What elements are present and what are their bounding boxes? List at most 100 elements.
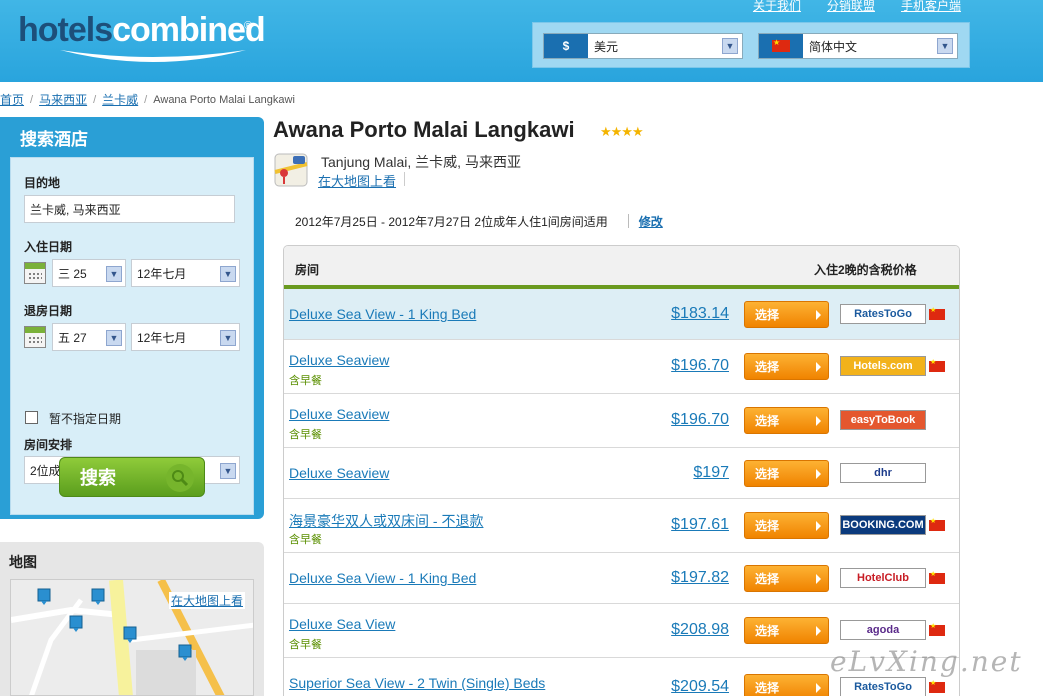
provider-logo[interactable]: dhr bbox=[840, 463, 926, 483]
select-rate-button-label: 选择 bbox=[755, 467, 780, 481]
site-watermark: eLvXing.net bbox=[830, 645, 1023, 678]
rate-price-link[interactable]: $208.98 bbox=[671, 621, 729, 639]
room-type-link[interactable]: Superior Sea View - 2 Twin (Single) Beds bbox=[289, 675, 545, 691]
select-rate-button[interactable]: 选择 bbox=[744, 407, 829, 434]
rate-price-link[interactable]: $196.70 bbox=[671, 411, 729, 429]
rate-row: 海景豪华双人或双床间 - 不退款 含早餐 $197.61 选择 BOOKING.COM bbox=[284, 499, 959, 553]
language-select[interactable]: ★ 简体中文 ▼ bbox=[758, 33, 958, 59]
stay-dates-text: 2012年7月25日 - 2012年7月27日 2位成年人住1间房间适用 bbox=[295, 214, 608, 229]
room-type-link[interactable]: Deluxe Seaview bbox=[289, 406, 389, 422]
select-rate-button[interactable]: 选择 bbox=[744, 460, 829, 487]
search-panel: 搜索酒店 目的地 兰卡威, 马来西亚 入住日期 三 25 ▼ 12年七月 ▼ 退… bbox=[0, 117, 264, 519]
china-flag-icon bbox=[929, 622, 945, 636]
select-rate-button[interactable]: 选择 bbox=[744, 512, 829, 539]
room-type-link[interactable]: Deluxe Seaview bbox=[289, 465, 389, 481]
destination-label: 目的地 bbox=[24, 176, 61, 190]
room-type-link[interactable]: 海景豪华双人或双床间 - 不退款 bbox=[289, 511, 483, 531]
breakfast-included-label: 含早餐 bbox=[289, 375, 322, 387]
select-rate-button[interactable]: 选择 bbox=[744, 617, 829, 644]
select-rate-button[interactable]: 选择 bbox=[744, 301, 829, 328]
arrow-right-icon bbox=[816, 362, 821, 372]
affiliate-link[interactable]: 分销联盟 bbox=[827, 0, 875, 14]
checkout-day-select[interactable]: 五 27 ▼ bbox=[52, 323, 126, 351]
rate-price-link[interactable]: $197.61 bbox=[671, 516, 729, 534]
column-room-header: 房间 bbox=[295, 263, 320, 277]
checkin-day-select[interactable]: 三 25 ▼ bbox=[52, 259, 126, 287]
search-button-label: 搜索 bbox=[80, 468, 116, 488]
map-marker-icon[interactable] bbox=[178, 644, 192, 662]
breadcrumb-separator: / bbox=[144, 93, 148, 106]
mobile-client-link[interactable]: 手机客户端 bbox=[901, 0, 961, 14]
map-marker-icon[interactable] bbox=[91, 588, 105, 606]
calendar-icon[interactable] bbox=[24, 262, 46, 284]
provider-logo[interactable]: agoda bbox=[840, 620, 926, 640]
rate-row: Deluxe Sea View - 1 King Bed $183.14 选择 Rat… bbox=[284, 289, 959, 340]
select-rate-button[interactable]: 选择 bbox=[744, 353, 829, 380]
rate-row: Deluxe Seaview 含早餐 $196.70 选择 easyToBook bbox=[284, 394, 959, 448]
currency-symbol: $ bbox=[544, 34, 588, 58]
rate-row: Deluxe Seaview $197 选择 dhr bbox=[284, 448, 959, 499]
no-dates-checkbox[interactable] bbox=[25, 411, 38, 424]
breadcrumb-separator: / bbox=[93, 93, 97, 106]
rate-price-link[interactable]: $197 bbox=[693, 464, 729, 482]
site-header: hotelscombined ® 关于我们 分销联盟 手机客户端 $ 美元 ▼ … bbox=[0, 0, 1043, 82]
arrow-right-icon bbox=[816, 310, 821, 320]
rate-price-link[interactable]: $209.54 bbox=[671, 678, 729, 696]
breakfast-included-label: 含早餐 bbox=[289, 429, 322, 441]
checkin-month-select[interactable]: 12年七月 ▼ bbox=[131, 259, 240, 287]
logo-hotels-text: hotels bbox=[18, 11, 113, 49]
breadcrumb-separator: / bbox=[30, 93, 34, 106]
rate-price-link[interactable]: $197.82 bbox=[671, 569, 729, 587]
search-button[interactable]: 搜索 bbox=[59, 457, 205, 497]
provider-logo[interactable]: Hotels.com bbox=[840, 356, 926, 376]
select-rate-button[interactable]: 选择 bbox=[744, 565, 829, 592]
search-panel-title: 搜索酒店 bbox=[20, 130, 88, 149]
large-map-link[interactable]: 在大地图上看 bbox=[168, 592, 245, 609]
select-rate-button[interactable]: 选择 bbox=[744, 674, 829, 696]
map-marker-icon[interactable] bbox=[37, 588, 51, 606]
language-value: 简体中文 bbox=[809, 39, 858, 54]
room-type-link[interactable]: Deluxe Sea View bbox=[289, 616, 395, 632]
modify-dates-link[interactable]: 修改 bbox=[639, 213, 663, 230]
arrow-right-icon bbox=[816, 683, 821, 693]
breakfast-included-label: 含早餐 bbox=[289, 534, 322, 546]
room-type-link[interactable]: Deluxe Sea View - 1 King Bed bbox=[289, 306, 476, 322]
provider-logo[interactable]: BOOKING.COM bbox=[840, 515, 926, 535]
checkin-month-value: 12年七月 bbox=[137, 266, 187, 281]
arrow-right-icon bbox=[816, 574, 821, 584]
chevron-down-icon: ▼ bbox=[722, 38, 738, 54]
rate-price-link[interactable]: $196.70 bbox=[671, 357, 729, 375]
calendar-icon[interactable] bbox=[24, 326, 46, 348]
breadcrumb-country[interactable]: 马来西亚 bbox=[39, 91, 87, 108]
column-price-header: 入住2晚的含税价格 bbox=[814, 263, 917, 277]
map-marker-icon[interactable] bbox=[123, 626, 137, 644]
mini-map[interactable]: 在大地图上看 bbox=[10, 579, 254, 696]
room-type-link[interactable]: Deluxe Sea View - 1 King Bed bbox=[289, 570, 476, 586]
checkout-month-select[interactable]: 12年七月 ▼ bbox=[131, 323, 240, 351]
room-type-link[interactable]: Deluxe Seaview bbox=[289, 352, 389, 368]
provider-logo[interactable]: RatesToGo bbox=[840, 304, 926, 324]
china-flag-icon bbox=[929, 517, 945, 531]
currency-select[interactable]: $ 美元 ▼ bbox=[543, 33, 743, 59]
arrow-right-icon bbox=[816, 626, 821, 636]
select-rate-button-label: 选择 bbox=[755, 681, 780, 695]
provider-logo[interactable]: HotelClub bbox=[840, 568, 926, 588]
rates-table-header: 房间 入住2晚的含税价格 bbox=[284, 246, 959, 289]
rate-row: Deluxe Sea View - 1 King Bed $197.82 选择 Hot… bbox=[284, 553, 959, 604]
provider-logo[interactable]: RatesToGo bbox=[840, 677, 926, 696]
select-rate-button-label: 选择 bbox=[755, 572, 780, 586]
map-panel: 地图 在大地图上看 bbox=[0, 542, 264, 696]
hotel-large-map-link[interactable]: 在大地图上看 bbox=[318, 171, 396, 190]
rate-price-link[interactable]: $183.14 bbox=[671, 305, 729, 323]
breadcrumb-city[interactable]: 兰卡威 bbox=[102, 91, 138, 108]
map-marker-icon[interactable] bbox=[69, 615, 83, 633]
search-form: 目的地 兰卡威, 马来西亚 入住日期 三 25 ▼ 12年七月 ▼ 退房日期 五… bbox=[10, 157, 254, 515]
chevron-down-icon: ▼ bbox=[220, 266, 236, 282]
destination-input[interactable]: 兰卡威, 马来西亚 bbox=[24, 195, 235, 223]
breadcrumb-home[interactable]: 首页 bbox=[0, 91, 24, 108]
provider-logo[interactable]: easyToBook bbox=[840, 410, 926, 430]
about-us-link[interactable]: 关于我们 bbox=[753, 0, 801, 14]
map-title: 地图 bbox=[9, 554, 37, 570]
breadcrumb: 首页 / 马来西亚 / 兰卡威 / Awana Porto Malai Lang… bbox=[0, 91, 295, 108]
site-logo[interactable]: hotelscombined ® bbox=[18, 10, 266, 66]
